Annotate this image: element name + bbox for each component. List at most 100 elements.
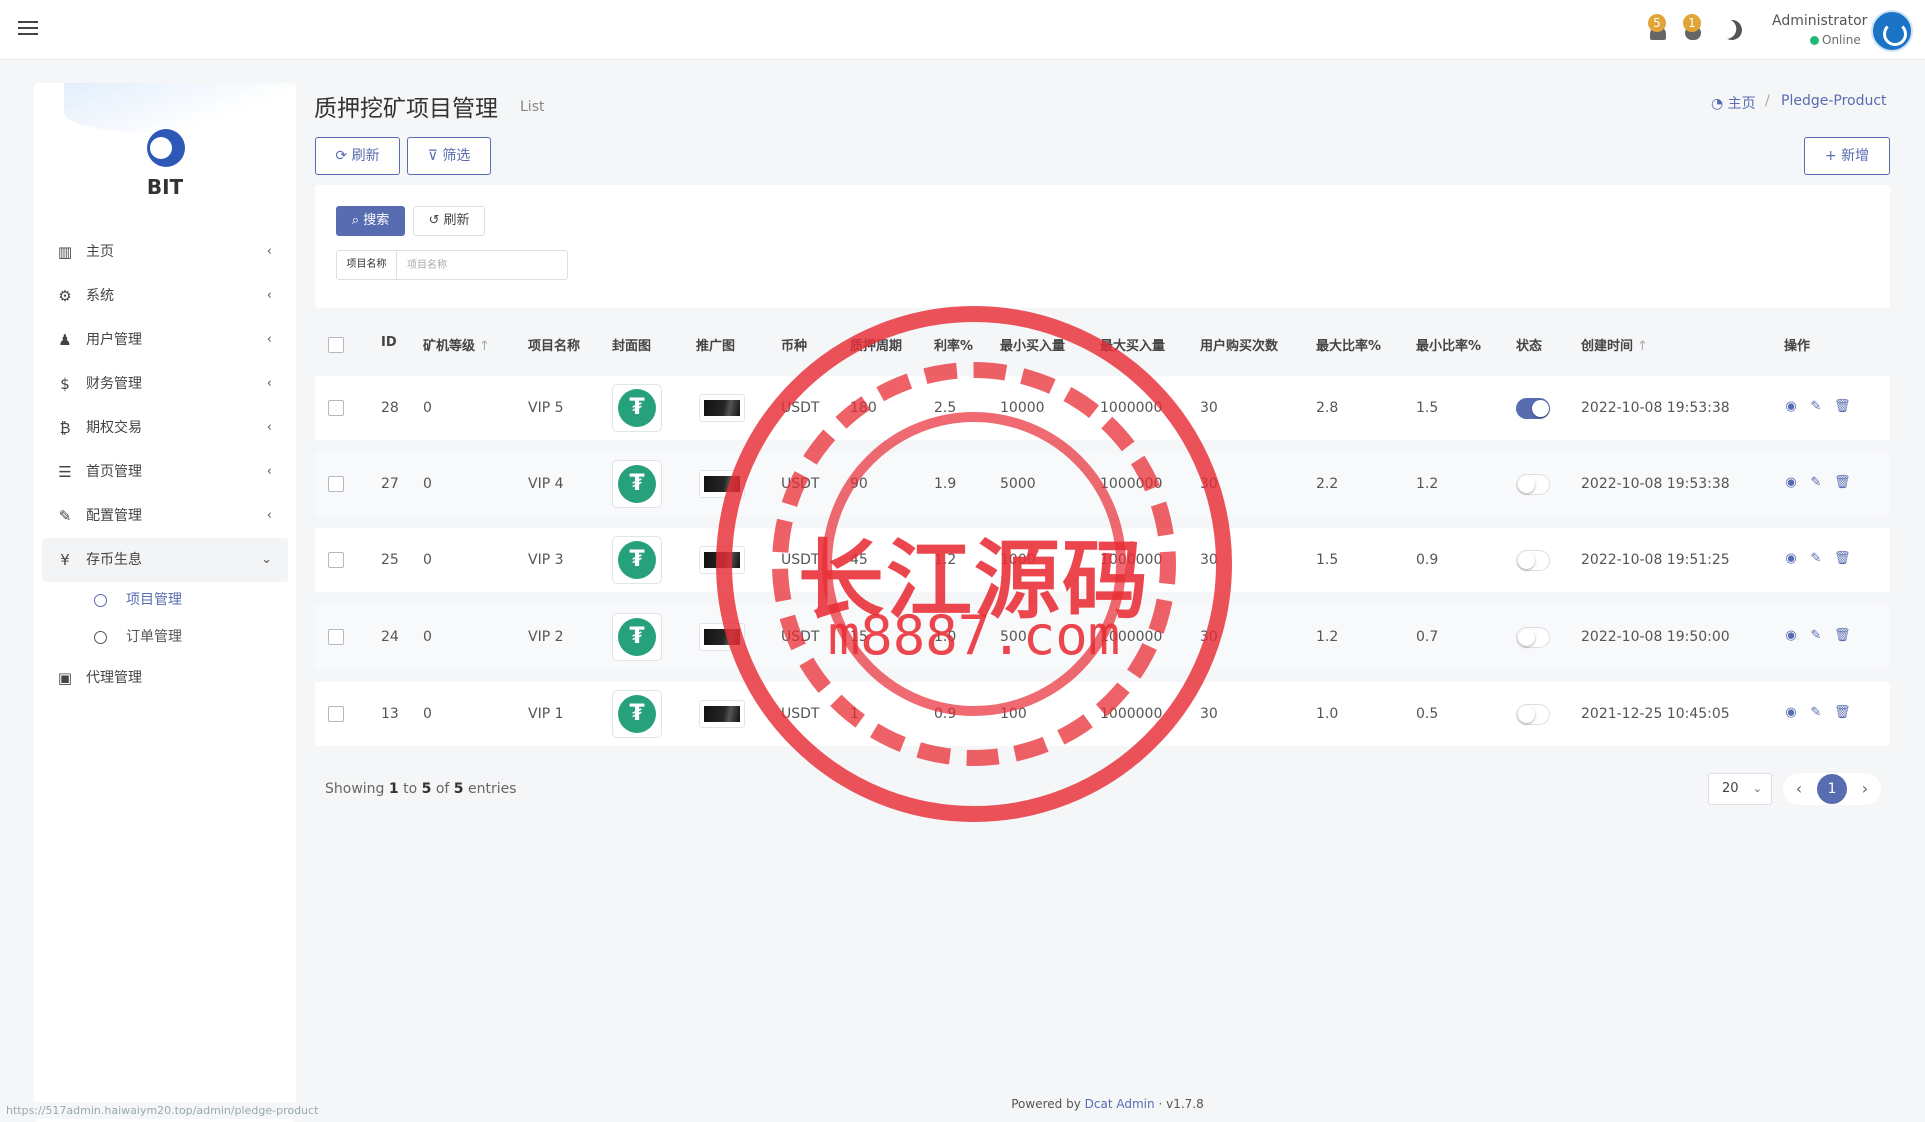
cell-created: 2022-10-08 19:50:00 <box>1581 629 1730 645</box>
edit-pencil-icon[interactable]: ✎ <box>1809 400 1823 414</box>
delete-trash-icon[interactable]: 🗑 <box>1834 400 1851 414</box>
row-checkbox[interactable] <box>328 400 344 416</box>
sort-arrow-icon[interactable]: ↑ <box>1637 339 1648 354</box>
delete-trash-icon[interactable]: 🗑 <box>1834 552 1851 566</box>
prev-page-button[interactable]: ‹ <box>1787 773 1811 805</box>
message-badge: 1 <box>1683 14 1701 32</box>
delete-trash-icon[interactable]: 🗑 <box>1834 476 1851 490</box>
sidebar-item-config[interactable]: ✎ 配置管理 ‹ <box>42 494 288 538</box>
menu-toggle-icon[interactable] <box>18 17 38 37</box>
promo-image[interactable] <box>699 546 745 574</box>
sidebar-item-options[interactable]: ₿ 期权交易 ‹ <box>42 406 288 450</box>
cell-level: 0 <box>423 629 432 645</box>
status-toggle[interactable] <box>1516 704 1550 725</box>
sidebar-item-finance[interactable]: $ 财务管理 ‹ <box>42 362 288 406</box>
sidebar-item-home[interactable]: ▥ 主页 ‹ <box>42 230 288 274</box>
sidebar-item-users[interactable]: ♟ 用户管理 ‹ <box>42 318 288 362</box>
cover-image[interactable]: ₮ <box>612 460 662 508</box>
view-eye-icon[interactable]: ◉ <box>1784 552 1798 566</box>
cell-max-buy: 1000000 <box>1100 706 1163 722</box>
add-button[interactable]: + 新增 <box>1804 137 1890 175</box>
user-name[interactable]: Administrator <box>1772 13 1867 29</box>
sidebar-item-system[interactable]: ⚙ 系统 ‹ <box>42 274 288 318</box>
status-toggle[interactable] <box>1516 550 1550 571</box>
chevron-left-icon: ‹ <box>266 376 272 391</box>
next-page-button[interactable]: › <box>1853 773 1877 805</box>
delete-trash-icon[interactable]: 🗑 <box>1834 629 1851 643</box>
sidebar-item-homepage[interactable]: ☰ 首页管理 ‹ <box>42 450 288 494</box>
notification-badge: 5 <box>1648 14 1666 32</box>
refresh-button[interactable]: ⟳ 刷新 <box>315 137 400 175</box>
row-checkbox[interactable] <box>328 476 344 492</box>
view-eye-icon[interactable]: ◉ <box>1784 706 1798 720</box>
cell-max-buy: 1000000 <box>1100 476 1163 492</box>
row-checkbox[interactable] <box>328 629 344 645</box>
chevron-left-icon: ‹ <box>266 332 272 347</box>
top-navbar: 5 1 Administrator Online <box>0 0 1925 60</box>
table-header: ID 矿机等级 ↑ 项目名称 封面图 推广图 币种 质押周期 利率% 最小买入量 … <box>315 330 1890 362</box>
breadcrumb-home[interactable]: ◔ 主页 <box>1711 93 1756 113</box>
col-coin: 币种 <box>781 339 808 354</box>
sidebar-item-agents[interactable]: ▣ 代理管理 <box>42 656 288 700</box>
cell-min-buy: 1000 <box>1000 552 1036 568</box>
cell-min-ratio: 1.5 <box>1416 400 1439 416</box>
reset-button[interactable]: ↺ 刷新 <box>413 206 485 236</box>
col-cycle: 质押周期 <box>850 339 903 354</box>
edit-pencil-icon[interactable]: ✎ <box>1809 706 1823 720</box>
cover-image[interactable]: ₮ <box>612 690 662 738</box>
status-toggle[interactable] <box>1516 627 1550 648</box>
table-row: 27 0 VIP 4 ₮ USDT 90 1.9 5000 1000000 30… <box>315 452 1890 516</box>
project-name-input[interactable] <box>398 251 566 279</box>
cover-image[interactable]: ₮ <box>612 613 662 661</box>
cell-times: 30 <box>1200 706 1218 722</box>
dcat-admin-link[interactable]: Dcat Admin <box>1085 1097 1155 1111</box>
edit-pencil-icon[interactable]: ✎ <box>1809 552 1823 566</box>
per-page-select[interactable]: 20 ⌄ <box>1708 773 1772 805</box>
chevron-down-icon: ⌄ <box>1752 782 1762 795</box>
chevron-left-icon: ‹ <box>266 244 272 259</box>
status-toggle[interactable] <box>1516 398 1550 419</box>
sidebar-subitem-orders[interactable]: 订单管理 <box>42 619 288 656</box>
notification-bell-icon[interactable]: 5 <box>1646 14 1672 44</box>
col-created[interactable]: 创建时间 ↑ <box>1581 335 1648 354</box>
refresh-icon: ⟳ <box>335 148 352 164</box>
select-all-checkbox[interactable] <box>328 337 344 353</box>
cell-coin: USDT <box>781 552 820 568</box>
filter-panel: ⌕ 搜索 ↺ 刷新 项目名称 <box>315 185 1890 308</box>
promo-image[interactable] <box>699 470 745 498</box>
sidebar-subitem-projects[interactable]: 项目管理 <box>42 582 288 619</box>
cell-cycle: 90 <box>850 476 868 492</box>
dark-mode-moon-icon[interactable] <box>1719 17 1745 43</box>
sort-arrow-icon[interactable]: ↑ <box>479 339 490 354</box>
cover-image[interactable]: ₮ <box>612 536 662 584</box>
sidebar: BIT ▥ 主页 ‹ ⚙ 系统 ‹ ♟ 用户管理 ‹ $ 财务管理 ‹ ₿ 期权交易 ‹ ☰ 首页管理… <box>34 83 296 1122</box>
promo-image[interactable] <box>699 700 745 728</box>
filter-button[interactable]: ⊽ 筛选 <box>407 137 491 175</box>
view-eye-icon[interactable]: ◉ <box>1784 629 1798 643</box>
user-status: Online <box>1810 33 1861 47</box>
view-eye-icon[interactable]: ◉ <box>1784 476 1798 490</box>
message-icon[interactable]: 1 <box>1681 14 1707 44</box>
col-level[interactable]: 矿机等级 ↑ <box>423 335 490 354</box>
edit-pencil-icon[interactable]: ✎ <box>1809 629 1823 643</box>
cell-coin: USDT <box>781 706 820 722</box>
page-title: 质押挖矿项目管理 <box>314 96 498 122</box>
avatar[interactable] <box>1871 10 1913 52</box>
view-eye-icon[interactable]: ◉ <box>1784 400 1798 414</box>
col-times: 用户购买次数 <box>1200 339 1279 354</box>
cell-min-ratio: 0.7 <box>1416 629 1439 645</box>
promo-image[interactable] <box>699 623 745 651</box>
cover-image[interactable]: ₮ <box>612 384 662 432</box>
row-checkbox[interactable] <box>328 552 344 568</box>
edit-pencil-icon[interactable]: ✎ <box>1809 476 1823 490</box>
project-name-filter: 项目名称 <box>336 250 568 280</box>
promo-image[interactable] <box>699 394 745 422</box>
cell-id: 24 <box>381 629 399 645</box>
status-toggle[interactable] <box>1516 474 1550 495</box>
search-button[interactable]: ⌕ 搜索 <box>336 206 405 236</box>
page-button-current[interactable]: 1 <box>1817 774 1847 804</box>
delete-trash-icon[interactable]: 🗑 <box>1834 706 1851 720</box>
cell-max-ratio: 1.2 <box>1316 629 1339 645</box>
sidebar-item-deposit[interactable]: ¥ 存币生息 ⌄ <box>42 538 288 582</box>
row-checkbox[interactable] <box>328 706 344 722</box>
